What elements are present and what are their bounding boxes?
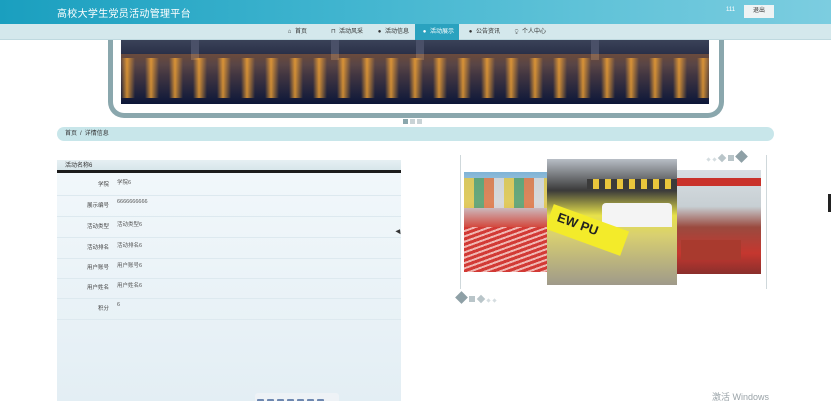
detail-row-college: 学院 学院6 — [57, 176, 401, 196]
activity-name-title: 活动名称6 — [57, 160, 401, 173]
field-value: 活动类型6 — [117, 222, 143, 228]
windows-activation-watermark: 激活 Windows — [712, 392, 770, 401]
field-value: 6666666666 — [117, 199, 148, 205]
field-value: 用户账号6 — [117, 263, 143, 269]
detail-row-user-name: 用户姓名 用户姓名6 — [57, 279, 401, 299]
photo-gallery: EW PU — [455, 150, 767, 304]
detail-row-activity-type: 活动类型 活动类型6 — [57, 218, 401, 238]
gallery-dot[interactable] — [712, 157, 717, 162]
gallery-dot[interactable] — [735, 150, 748, 163]
nav-label: 活动展示 — [430, 29, 455, 35]
detail-row-display-number: 展示编号 6666666666 — [57, 197, 401, 217]
gallery-divider — [766, 155, 767, 289]
nav-label: 活动信息 — [385, 29, 410, 35]
photo-tent — [602, 203, 672, 227]
field-value: 6 — [117, 302, 121, 308]
nav-label: 活动风采 — [339, 29, 364, 35]
banner-image — [121, 40, 709, 104]
top-header: 高校大学生党员活动管理平台 111 退出 — [0, 0, 831, 24]
gallery-dot[interactable] — [455, 291, 468, 304]
gallery-dot[interactable] — [476, 294, 486, 304]
display-icon: ● — [422, 29, 427, 35]
nav-notice[interactable]: ● 公告资讯 — [461, 24, 506, 40]
gallery-nav-top — [706, 148, 749, 166]
nav-activity-style[interactable]: ⊓ 活动风采 — [324, 24, 369, 40]
detail-panel: 活动名称6 学院 学院6 展示编号 6666666666 活动类型 活动类型6 活动排… — [57, 160, 401, 401]
detail-row-user-account: 用户账号 用户账号6 — [57, 259, 401, 279]
home-icon: ⌂ — [287, 29, 292, 35]
gallery-photo[interactable] — [464, 172, 547, 272]
nav-personal-center[interactable]: ⍜ 个人中心 — [507, 24, 552, 40]
breadcrumb-current: 详情信息 — [84, 131, 109, 137]
info-icon: ● — [377, 29, 382, 35]
nav-label: 首页 — [295, 29, 308, 35]
field-label: 用户账号 — [86, 265, 109, 271]
field-value: 活动排名6 — [117, 243, 143, 249]
detail-row-activity-rank: 活动排名 活动排名6 — [57, 239, 401, 259]
breadcrumb: 首页 / 详情信息 — [57, 127, 774, 141]
gallery-dot[interactable] — [492, 298, 497, 303]
detail-row-points: 积分 6 — [57, 300, 401, 320]
field-label: 展示编号 — [86, 203, 109, 209]
field-label: 积分 — [97, 306, 109, 312]
logout-button[interactable]: 退出 — [744, 5, 774, 18]
nav-home[interactable]: ⌂ 首页 — [280, 24, 313, 40]
field-value: 用户姓名6 — [117, 283, 143, 289]
breadcrumb-home[interactable]: 首页 — [65, 131, 77, 137]
nav-label: 个人中心 — [522, 29, 547, 35]
gallery-nav-bottom — [455, 289, 499, 307]
site-title: 高校大学生党员活动管理平台 — [57, 9, 191, 20]
gallery-dot[interactable] — [717, 153, 727, 163]
field-label: 活动排名 — [86, 245, 109, 251]
field-label: 学院 — [97, 182, 109, 188]
bridge-deck — [121, 40, 709, 54]
photo-seats — [464, 227, 547, 272]
photo-banner — [677, 178, 761, 186]
gallery-dot[interactable] — [706, 157, 711, 162]
photo-desk — [681, 240, 741, 260]
gallery-dot[interactable] — [469, 296, 475, 302]
photo-sign-text: EW PU — [555, 209, 601, 239]
gallery-dot[interactable] — [486, 298, 491, 303]
main-nav: ⌂ 首页 ⊓ 活动风采 ● 活动信息 ● 活动展示 ● 公告资讯 ⍜ 个人中心 — [0, 24, 831, 40]
username-label: 111 — [726, 7, 736, 13]
breadcrumb-separator: / — [80, 131, 82, 137]
banner-pagination — [403, 111, 424, 124]
banner-dot[interactable] — [417, 119, 422, 124]
banner-dot[interactable] — [403, 119, 408, 124]
photo-flags — [587, 179, 677, 189]
field-label: 活动类型 — [86, 224, 109, 230]
user-icon: ⍜ — [514, 29, 519, 35]
gallery-divider — [460, 155, 461, 289]
nav-activity-display[interactable]: ● 活动展示 — [415, 24, 459, 40]
gallery-photo[interactable] — [677, 170, 761, 274]
field-value: 学院6 — [117, 180, 132, 186]
light-reflections — [121, 58, 709, 98]
gallery-dot[interactable] — [728, 155, 734, 161]
notice-icon: ● — [468, 29, 473, 35]
field-label: 用户姓名 — [86, 285, 109, 291]
ime-toolbar[interactable] — [255, 393, 339, 401]
nav-label: 公告资讯 — [476, 29, 501, 35]
bag-icon: ⊓ — [331, 29, 336, 35]
banner-dot[interactable] — [410, 119, 415, 124]
gallery-photo[interactable]: EW PU — [547, 159, 677, 285]
nav-activity-info[interactable]: ● 活动信息 — [370, 24, 415, 40]
photo-buildings — [464, 178, 547, 208]
